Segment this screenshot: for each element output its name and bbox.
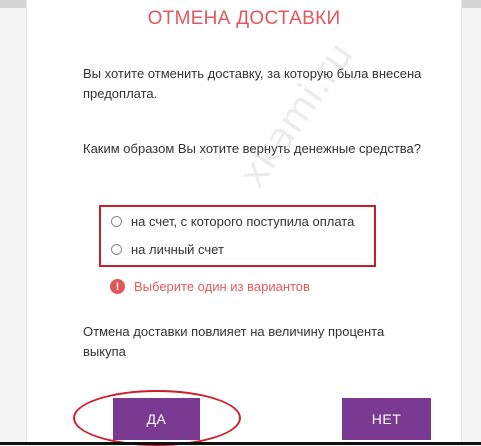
notice-text: Отмена доставки повлияет на величину про… bbox=[83, 324, 385, 359]
refund-options-group: на счет, с которого поступила оплата на … bbox=[99, 205, 376, 267]
radio-button[interactable] bbox=[111, 244, 122, 255]
radio-button[interactable] bbox=[111, 216, 122, 227]
option-label: на счет, с которого поступила оплата bbox=[131, 214, 355, 229]
prepaid-message: Вы хотите отменить доставку, за которую … bbox=[83, 66, 422, 101]
option-label: на личный счет bbox=[131, 242, 224, 257]
no-button[interactable]: НЕТ bbox=[342, 398, 431, 440]
dialog-title: ОТМЕНА ДОСТАВКИ bbox=[147, 8, 341, 29]
yes-button[interactable]: ДА bbox=[113, 398, 200, 440]
error-text: Выберите один из вариантов bbox=[134, 279, 310, 294]
option-refund-to-personal-account[interactable]: на личный счет bbox=[111, 242, 224, 257]
cancel-delivery-dialog: ОТМЕНА ДОСТАВКИ Вы хотите отменить доста… bbox=[26, 0, 462, 446]
validation-error: ! Выберите один из вариантов bbox=[110, 279, 310, 294]
option-refund-to-source[interactable]: на счет, с которого поступила оплата bbox=[111, 214, 354, 229]
exclamation-circle-icon: ! bbox=[110, 279, 125, 294]
refund-question: Каким образом Вы хотите вернуть денежные… bbox=[83, 141, 421, 156]
